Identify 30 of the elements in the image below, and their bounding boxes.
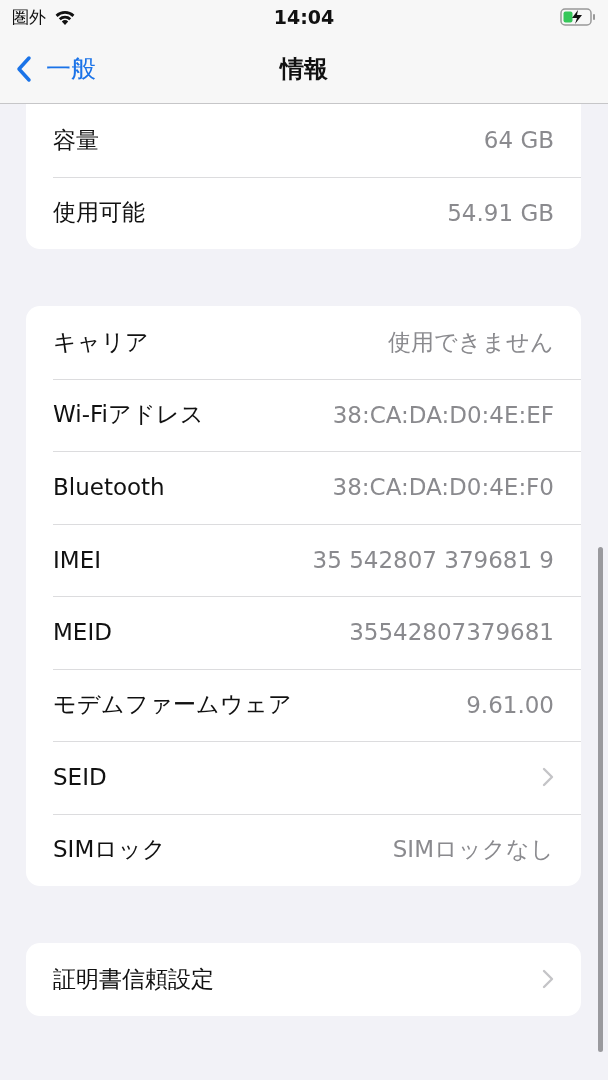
row-label: 証明書信頼設定	[53, 964, 214, 994]
carrier-text: 圏外	[12, 5, 46, 29]
chevron-right-icon	[542, 767, 554, 788]
row-label: キャリア	[53, 327, 149, 357]
chevron-left-icon	[16, 54, 32, 83]
clock-text: 14:04	[273, 6, 335, 28]
row-label: Wi-Fiアドレス	[53, 400, 204, 430]
wifi-icon	[54, 9, 76, 25]
row-label: Bluetooth	[53, 474, 165, 501]
row-value: 9.61.00	[466, 691, 554, 718]
row-label: MEID	[53, 619, 112, 646]
row-label: IMEI	[53, 546, 101, 573]
battery-charging-icon	[560, 8, 596, 26]
row-value: 35 542807 379681 9	[312, 546, 554, 573]
page-title: 情報	[280, 53, 328, 85]
row-label: SIMロック	[53, 835, 167, 865]
row-value: SIMロックなし	[392, 835, 554, 865]
chevron-right-icon	[542, 969, 554, 990]
row-value: 使用できません	[388, 327, 554, 357]
scrollbar[interactable]	[598, 547, 603, 1052]
row-label: 容量	[53, 125, 99, 155]
row-value: 38:CA:DA:D0:4E:F0	[332, 474, 554, 501]
row-value: 35542807379681	[349, 619, 554, 646]
row-value: 64 GB	[483, 127, 554, 154]
row-value: 54.91 GB	[447, 199, 554, 226]
row-label: SEID	[53, 764, 107, 791]
back-button[interactable]: 一般	[16, 52, 96, 85]
row-value: 38:CA:DA:D0:4E:EF	[332, 401, 554, 428]
row-label: モデムファームウェア	[53, 690, 292, 720]
row-label: 使用可能	[53, 198, 145, 228]
